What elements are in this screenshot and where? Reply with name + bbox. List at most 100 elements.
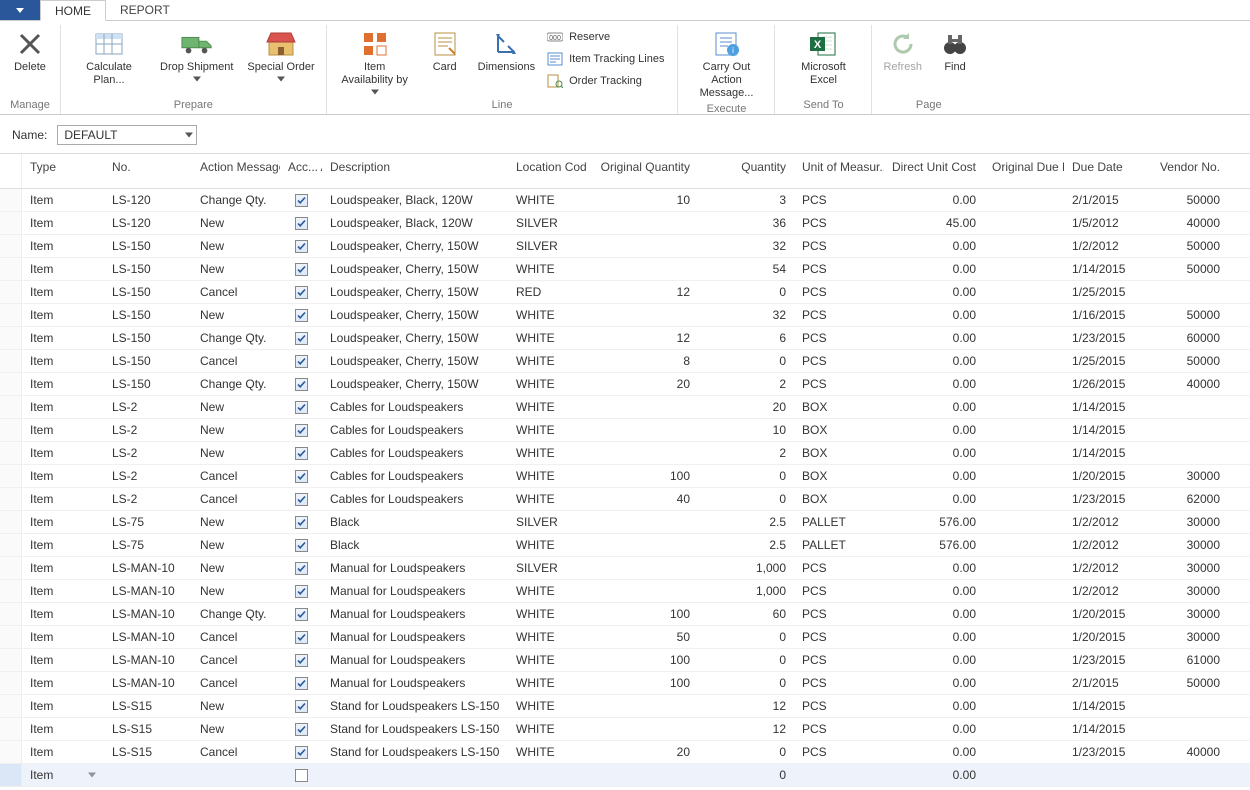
cell-original-qty[interactable]: 20	[586, 373, 698, 395]
cell-original-qty[interactable]: 20	[586, 741, 698, 763]
row-gutter[interactable]	[0, 534, 22, 556]
cell-location[interactable]: WHITE	[508, 534, 586, 556]
cell-due-date[interactable]: 1/2/2012	[1064, 580, 1146, 602]
cell-cost[interactable]: 0.00	[884, 580, 984, 602]
cell-action-message[interactable]: New	[192, 557, 280, 579]
cell-cost[interactable]: 0.00	[884, 373, 984, 395]
cell-original-qty[interactable]	[586, 718, 698, 740]
cell-due-date[interactable]: 1/14/2015	[1064, 442, 1146, 464]
cell-location[interactable]: WHITE	[508, 695, 586, 717]
row-gutter[interactable]	[0, 189, 22, 211]
item-availability-button[interactable]: Item Availability by	[333, 25, 417, 97]
cell-cost[interactable]: 0.00	[884, 350, 984, 372]
cell-original-due-date[interactable]	[984, 534, 1064, 556]
row-gutter[interactable]	[0, 488, 22, 510]
cell-quantity[interactable]: 2.5	[698, 534, 794, 556]
cell-cost[interactable]: 0.00	[884, 695, 984, 717]
cell-quantity[interactable]: 0	[698, 672, 794, 694]
checkbox[interactable]	[295, 516, 308, 529]
table-row[interactable]: ItemLS-75NewBlackWHITE2.5PALLET576.001/2…	[0, 534, 1250, 557]
cell-uom[interactable]: BOX	[794, 396, 884, 418]
cell-no[interactable]: LS-S15	[104, 741, 192, 763]
table-row[interactable]: ItemLS-150Change Qty.Loudspeaker, Cherry…	[0, 373, 1250, 396]
table-row[interactable]: ItemLS-MAN-10Change Qty.Manual for Louds…	[0, 603, 1250, 626]
tab-report[interactable]: REPORT	[106, 0, 185, 20]
cell-due-date[interactable]: 1/20/2015	[1064, 465, 1146, 487]
cell-type[interactable]: Item	[22, 580, 104, 602]
cell-vendor-no[interactable]: 40000	[1146, 741, 1228, 763]
checkbox[interactable]	[295, 378, 308, 391]
cell-uom[interactable]: PCS	[794, 189, 884, 211]
row-gutter[interactable]	[0, 442, 22, 464]
cell-due-date[interactable]: 1/16/2015	[1064, 304, 1146, 326]
row-gutter[interactable]	[0, 695, 22, 717]
cell-cost[interactable]: 0.00	[884, 626, 984, 648]
table-row[interactable]: ItemLS-150CancelLoudspeaker, Cherry, 150…	[0, 350, 1250, 373]
table-row[interactable]: ItemLS-2CancelCables for LoudspeakersWHI…	[0, 465, 1250, 488]
cell-vendor-no[interactable]: 62000	[1146, 488, 1228, 510]
cell-quantity[interactable]: 0	[698, 465, 794, 487]
cell-accept[interactable]	[280, 488, 322, 510]
cell-due-date[interactable]: 1/23/2015	[1064, 649, 1146, 671]
cell-no[interactable]: LS-150	[104, 281, 192, 303]
cell-quantity[interactable]: 2.5	[698, 511, 794, 533]
cell-cost[interactable]: 0.00	[884, 235, 984, 257]
cell-accept[interactable]	[280, 258, 322, 280]
cell-vendor-no[interactable]: 30000	[1146, 580, 1228, 602]
cell-original-qty[interactable]	[586, 580, 698, 602]
cell-accept[interactable]	[280, 534, 322, 556]
cell-uom[interactable]: PCS	[794, 304, 884, 326]
cell-vendor-no[interactable]: 50000	[1146, 189, 1228, 211]
cell-due-date[interactable]: 1/25/2015	[1064, 281, 1146, 303]
table-row[interactable]: ItemLS-120Change Qty.Loudspeaker, Black,…	[0, 189, 1250, 212]
cell-type[interactable]: Item	[22, 442, 104, 464]
cell-original-qty[interactable]	[586, 235, 698, 257]
cell-no[interactable]: LS-S15	[104, 718, 192, 740]
cell-original-due-date[interactable]	[984, 626, 1064, 648]
cell-location[interactable]: WHITE	[508, 603, 586, 625]
cell-type[interactable]: Item	[22, 281, 104, 303]
cell-cost[interactable]: 0.00	[884, 649, 984, 671]
cell-vendor-no[interactable]	[1146, 718, 1228, 740]
checkbox[interactable]	[295, 746, 308, 759]
cell-uom[interactable]: PCS	[794, 603, 884, 625]
table-row[interactable]: ItemLS-150Change Qty.Loudspeaker, Cherry…	[0, 327, 1250, 350]
cell-due-date[interactable]: 1/5/2012	[1064, 212, 1146, 234]
special-order-button[interactable]: Special Order	[242, 25, 319, 84]
cell-cost[interactable]: 0.00	[884, 189, 984, 211]
col-action-message[interactable]: Action Message	[192, 154, 280, 188]
checkbox[interactable]	[295, 401, 308, 414]
cell-description[interactable]: Loudspeaker, Cherry, 150W	[322, 350, 508, 372]
cell-vendor-no[interactable]: 61000	[1146, 649, 1228, 671]
cell-original-qty[interactable]	[586, 511, 698, 533]
cell-original-due-date[interactable]	[984, 258, 1064, 280]
cell-type[interactable]: Item	[22, 534, 104, 556]
cell-original-due-date[interactable]	[984, 304, 1064, 326]
cell-original-qty[interactable]: 12	[586, 281, 698, 303]
cell-original-qty[interactable]: 12	[586, 327, 698, 349]
checkbox[interactable]	[295, 263, 308, 276]
cell-original-due-date[interactable]	[984, 603, 1064, 625]
cell-vendor-no[interactable]: 30000	[1146, 465, 1228, 487]
col-no[interactable]: No.	[104, 154, 192, 188]
cell-accept[interactable]	[280, 511, 322, 533]
cell-uom[interactable]: PCS	[794, 557, 884, 579]
cell-quantity[interactable]: 20	[698, 396, 794, 418]
cell-description[interactable]: Loudspeaker, Cherry, 150W	[322, 304, 508, 326]
table-row[interactable]: ItemLS-MAN-10CancelManual for Loudspeake…	[0, 626, 1250, 649]
checkbox[interactable]	[295, 355, 308, 368]
cell-original-due-date[interactable]	[984, 281, 1064, 303]
cell-original-qty[interactable]	[586, 212, 698, 234]
cell-description[interactable]: Stand for Loudspeakers LS-150	[322, 695, 508, 717]
cell-original-due-date[interactable]	[984, 741, 1064, 763]
cell-accept[interactable]	[280, 695, 322, 717]
cell-vendor-no[interactable]: 40000	[1146, 212, 1228, 234]
cell-uom[interactable]: PCS	[794, 235, 884, 257]
cell-vendor-no[interactable]: 50000	[1146, 350, 1228, 372]
cell-quantity[interactable]: 32	[698, 304, 794, 326]
row-gutter[interactable]	[0, 603, 22, 625]
cell-no[interactable]: LS-150	[104, 327, 192, 349]
cell-cost[interactable]: 0.00	[884, 442, 984, 464]
cell-accept[interactable]	[280, 603, 322, 625]
cell-due-date[interactable]: 1/20/2015	[1064, 626, 1146, 648]
